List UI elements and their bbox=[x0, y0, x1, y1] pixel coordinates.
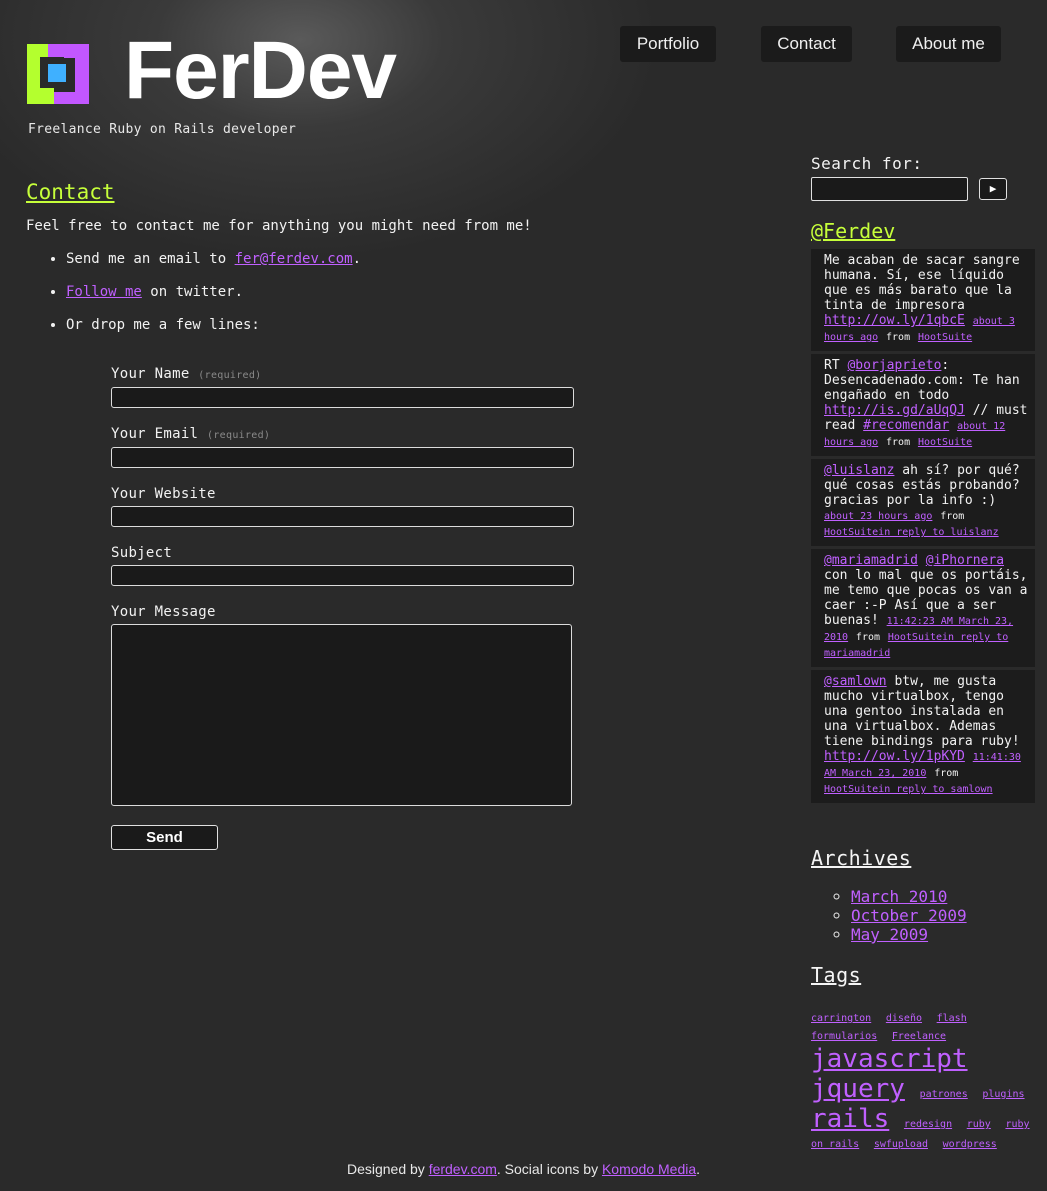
website-field[interactable] bbox=[111, 506, 574, 527]
nav-portfolio[interactable]: Portfolio bbox=[620, 26, 716, 62]
twitter-heading[interactable]: @Ferdev bbox=[811, 219, 895, 243]
tag-link[interactable]: diseño bbox=[886, 1013, 922, 1024]
tweet-list: Me acaban de sacar sangre humana. Sí, es… bbox=[811, 249, 1035, 806]
tweet-item: @samlown btw, me gusta mucho virtualbox,… bbox=[811, 670, 1035, 803]
tweet-from: from bbox=[934, 768, 959, 779]
search-label: Search for: bbox=[811, 154, 923, 173]
tweet-mention[interactable]: @mariamadrid bbox=[824, 553, 918, 568]
tweet-source[interactable]: HootSuite bbox=[918, 437, 972, 448]
logo-purple-bar bbox=[64, 44, 89, 58]
tag-link[interactable]: carrington bbox=[811, 1013, 871, 1024]
message-label: Your Message bbox=[111, 604, 216, 620]
tweet-time[interactable]: about 23 hours ago bbox=[824, 511, 932, 522]
page-title[interactable]: Contact bbox=[26, 180, 115, 204]
archives-heading: Archives bbox=[811, 846, 912, 870]
search-submit-button[interactable]: ▶ bbox=[979, 178, 1007, 200]
tag-link[interactable]: rails bbox=[811, 1104, 889, 1134]
tweet-mention[interactable]: @borjaprieto bbox=[847, 358, 941, 373]
ferdev-logo-mark[interactable] bbox=[27, 44, 89, 104]
tag-link[interactable]: swfupload bbox=[874, 1139, 928, 1150]
tweet-source[interactable]: HootSuite bbox=[918, 332, 972, 343]
subject-label: Subject bbox=[111, 545, 173, 561]
follow-suffix: on twitter. bbox=[150, 284, 244, 300]
email-field[interactable] bbox=[111, 447, 574, 468]
send-button[interactable]: Send bbox=[111, 825, 218, 850]
tweet-rt: RT bbox=[824, 358, 840, 373]
archives-list: March 2010 October 2009 May 2009 bbox=[811, 887, 967, 944]
archive-link[interactable]: October 2009 bbox=[851, 906, 967, 925]
tag-link[interactable]: flash bbox=[937, 1013, 967, 1024]
name-required-note: (required) bbox=[198, 370, 262, 381]
tag-link[interactable]: javascript bbox=[811, 1044, 968, 1074]
tweet-link[interactable]: http://ow.ly/1qbcE bbox=[824, 313, 965, 328]
contact-options-list: Send me an email to fer@ferdev.com. Foll… bbox=[26, 250, 361, 349]
list-item-email: Send me an email to fer@ferdev.com. bbox=[66, 250, 361, 269]
logo-blue-square bbox=[48, 64, 66, 82]
tweet-hashtag[interactable]: #recomendar bbox=[863, 418, 949, 433]
email-suffix: . bbox=[352, 251, 362, 267]
tweet-from: from bbox=[886, 437, 911, 448]
follow-me-link[interactable]: Follow me bbox=[66, 284, 142, 300]
tag-link[interactable]: jquery bbox=[811, 1074, 905, 1104]
email-label: Your Email (required) bbox=[111, 426, 270, 442]
name-field[interactable] bbox=[111, 387, 574, 408]
tag-link[interactable]: Freelance bbox=[892, 1031, 946, 1042]
footer: Designed by ferdev.com. Social icons by … bbox=[0, 1161, 1047, 1177]
name-label-text: Your Name bbox=[111, 366, 190, 382]
drop-lines-text: Or drop me a few lines: bbox=[66, 317, 260, 333]
tag-link[interactable]: plugins bbox=[982, 1089, 1024, 1100]
name-label: Your Name (required) bbox=[111, 366, 262, 382]
nav-contact[interactable]: Contact bbox=[761, 26, 852, 62]
tweet-from: from bbox=[886, 332, 911, 343]
tweet-source[interactable]: HootSuitein reply to samlown bbox=[824, 784, 993, 795]
tweet-from: from bbox=[855, 632, 881, 643]
tweet-link[interactable]: http://ow.ly/1pKYD bbox=[824, 749, 965, 764]
nav-about-me[interactable]: About me bbox=[896, 26, 1001, 62]
tweet-mention[interactable]: @luislanz bbox=[824, 463, 894, 478]
list-item: March 2010 bbox=[851, 887, 967, 906]
tweet-link[interactable]: http://is.gd/aUqQJ bbox=[824, 403, 965, 418]
tweet-item: @luislanz ah sí? por qué? qué cosas está… bbox=[811, 459, 1035, 546]
tweet-source[interactable]: HootSuitein reply to mariamadrid bbox=[824, 632, 1008, 659]
website-label: Your Website bbox=[111, 486, 216, 502]
tag-link[interactable]: patrones bbox=[920, 1089, 968, 1100]
tweet-mention[interactable]: @samlown bbox=[824, 674, 887, 689]
tweet-item: @mariamadrid @iPhornera con lo mal que o… bbox=[811, 549, 1035, 667]
footer-designed-by: Designed by bbox=[346, 1161, 425, 1177]
footer-icons-text: . Social icons by bbox=[496, 1161, 599, 1177]
tweet-text: Me acaban de sacar sangre humana. Sí, es… bbox=[824, 253, 1020, 313]
archive-link[interactable]: May 2009 bbox=[851, 925, 928, 944]
list-item: October 2009 bbox=[851, 906, 967, 925]
email-link[interactable]: fer@ferdev.com bbox=[235, 251, 353, 267]
site-tagline: Freelance Ruby on Rails developer bbox=[28, 122, 297, 137]
intro-text: Feel free to contact me for anything you… bbox=[26, 218, 532, 234]
footer-end: . bbox=[696, 1161, 701, 1177]
email-label-text: Your Email bbox=[111, 426, 199, 442]
message-textarea[interactable] bbox=[111, 624, 572, 806]
search-input[interactable] bbox=[811, 177, 968, 201]
tweet-source[interactable]: HootSuitein reply to luislanz bbox=[824, 527, 999, 538]
tags-heading: Tags bbox=[811, 963, 862, 987]
footer-komodo-link[interactable]: Komodo Media bbox=[602, 1161, 696, 1177]
email-prefix: Send me an email to bbox=[66, 251, 227, 267]
archive-link[interactable]: March 2010 bbox=[851, 887, 947, 906]
subject-field[interactable] bbox=[111, 565, 574, 586]
email-required-note: (required) bbox=[207, 430, 271, 441]
tag-link[interactable]: wordpress bbox=[943, 1139, 997, 1150]
play-icon: ▶ bbox=[989, 182, 997, 195]
list-item-twitter: Follow me on twitter. bbox=[66, 283, 361, 302]
tweet-from: from bbox=[940, 511, 965, 522]
footer-designer-link[interactable]: ferdev.com bbox=[429, 1161, 497, 1177]
tweet-item: Me acaban de sacar sangre humana. Sí, es… bbox=[811, 249, 1035, 351]
tweet-mention-2[interactable]: @iPhornera bbox=[926, 553, 1004, 568]
list-item: May 2009 bbox=[851, 925, 967, 944]
tag-link[interactable]: ruby bbox=[967, 1119, 991, 1130]
logo-lime-bar bbox=[27, 88, 54, 104]
list-item-form: Or drop me a few lines: bbox=[66, 316, 361, 335]
tag-link[interactable]: redesign bbox=[904, 1119, 952, 1130]
tweet-item: RT @borjaprieto: Desencadenado.com: Te h… bbox=[811, 354, 1035, 456]
site-title[interactable]: FerDev bbox=[124, 30, 397, 112]
tag-link[interactable]: formularios bbox=[811, 1031, 877, 1042]
tag-cloud: carrington diseño flash formularios Free… bbox=[811, 1008, 1037, 1152]
